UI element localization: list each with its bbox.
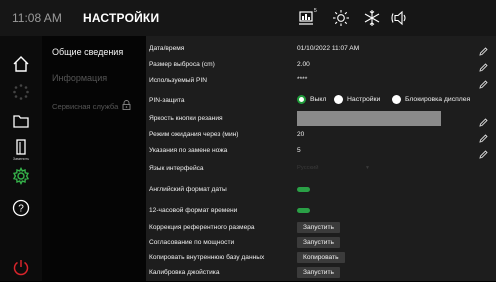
pin-protect-label: PIN-защита: [149, 97, 185, 104]
knife-icon[interactable]: [11, 138, 31, 158]
standby-label: Режим ожидания через (мин): [149, 131, 239, 138]
dropdown-arrow-icon: ▼: [365, 165, 370, 171]
screen-badge: 5: [314, 8, 317, 14]
cut-brightness-slider[interactable]: [297, 111, 441, 126]
edit-datetime-pencil-icon[interactable]: [479, 43, 488, 56]
brightness-icon[interactable]: [331, 9, 351, 27]
lock-icon: [123, 100, 131, 110]
edit-offset-pencil-icon[interactable]: [479, 59, 488, 72]
language-select[interactable]: Русский ▼: [297, 165, 377, 177]
knife-hint-value: 5: [297, 147, 301, 154]
menu-item-service[interactable]: Сервисная служба: [52, 100, 131, 111]
menu-item-info[interactable]: Информация: [52, 73, 107, 83]
radio-lock-display[interactable]: Блокировка дисплея: [392, 95, 470, 104]
pin-used-label: Используемый PIN: [149, 77, 208, 84]
edit-pin-pencil-icon[interactable]: [479, 76, 488, 89]
svg-text:?: ?: [18, 204, 24, 215]
settings-panel: Дата/время 01/10/2022 11:07 AM Размер вы…: [146, 36, 496, 281]
joystick-label: Калибровка джойстика: [149, 269, 220, 276]
edit-knife-hint-pencil-icon[interactable]: [479, 146, 488, 159]
radio-settings-dot: [334, 95, 343, 104]
settings-menu: Общие сведения Информация Сервисная служ…: [42, 36, 146, 281]
folder-icon[interactable]: [11, 111, 31, 131]
radio-lock-display-label: Блокировка дисплея: [405, 96, 471, 103]
page-title: НАСТРОЙКИ: [83, 11, 160, 25]
offset-value: 2.00: [297, 61, 310, 68]
radio-off-dot: [297, 95, 306, 104]
nav-rail: Заменить ?: [0, 36, 42, 281]
menu-item-service-label: Сервисная служба: [52, 102, 119, 111]
menu-item-general[interactable]: Общие сведения: [52, 47, 123, 57]
radio-lock-display-dot: [392, 95, 401, 104]
ref-correction-label: Коррекция референтного размера: [149, 224, 255, 231]
knife-hint-label: Указания по замене ножа: [149, 147, 228, 154]
edit-brightness-pencil-icon[interactable]: [479, 114, 488, 127]
screen-icon[interactable]: 5: [299, 8, 319, 27]
clock12-label: 12-часовой формат времени: [149, 207, 238, 214]
top-bar: 11:08 AM НАСТРОЙКИ 5: [0, 0, 496, 36]
radio-off-label: Выкл: [310, 96, 327, 103]
radio-off[interactable]: Выкл: [297, 95, 326, 104]
home-icon[interactable]: [11, 54, 31, 74]
joystick-button[interactable]: Запустить: [297, 267, 340, 278]
help-icon[interactable]: ?: [11, 198, 31, 218]
speaker-icon[interactable]: [391, 9, 411, 27]
knife-label: Заменить: [12, 157, 30, 161]
ref-correction-button[interactable]: Запустить: [297, 222, 340, 233]
offset-label: Размер выброса (cm): [149, 61, 215, 68]
radio-settings-label: Настройки: [347, 96, 381, 103]
en-date-toggle[interactable]: [297, 187, 310, 192]
cut-brightness-label: Яркость кнопки резания: [149, 115, 223, 122]
snowflake-icon[interactable]: [362, 9, 382, 27]
radio-settings[interactable]: Настройки: [334, 95, 380, 104]
copy-db-button[interactable]: Копировать: [297, 252, 345, 263]
power-icon[interactable]: [11, 257, 31, 277]
power-match-label: Согласование по мощности: [149, 239, 235, 246]
language-label: Язык интерфейса: [149, 165, 204, 172]
copy-db-label: Копировать внутреннюю базу данных: [149, 254, 265, 261]
loading-icon[interactable]: [11, 82, 31, 102]
datetime-value: 01/10/2022 11:07 AM: [297, 45, 360, 52]
standby-value: 20: [297, 131, 305, 138]
datetime-label: Дата/время: [149, 45, 185, 52]
clock: 11:08 AM: [12, 11, 62, 25]
pin-used-value: ****: [297, 76, 308, 83]
en-date-label: Английский формат даты: [149, 186, 227, 193]
edit-standby-pencil-icon[interactable]: [479, 130, 488, 143]
clock12-toggle[interactable]: [297, 208, 310, 213]
gear-icon[interactable]: [11, 166, 31, 186]
power-match-button[interactable]: Запустить: [297, 237, 340, 248]
language-value: Русский: [297, 165, 319, 171]
